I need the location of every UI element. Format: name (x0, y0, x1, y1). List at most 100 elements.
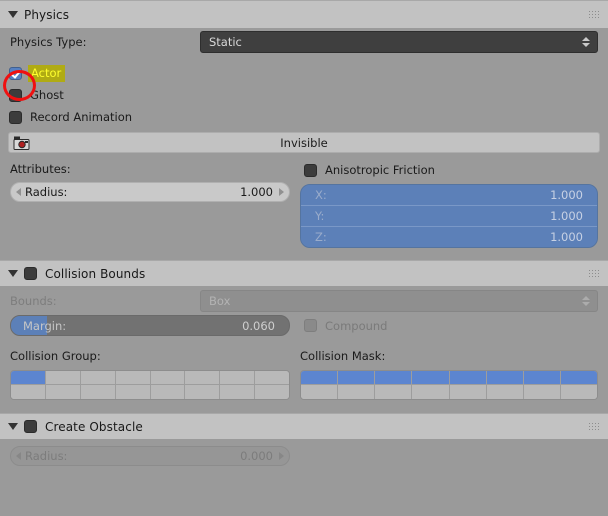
collision-bounds-checkbox[interactable] (24, 267, 37, 280)
collision-mask-row-1 (301, 385, 597, 399)
collision-group-cell[interactable] (45, 371, 81, 385)
radius-label: Radius: (25, 185, 68, 199)
create-obstacle-title: Create Obstacle (45, 419, 143, 434)
increment-arrow-icon[interactable] (279, 188, 284, 196)
bounds-row: Bounds: Box (0, 286, 608, 315)
create-obstacle-checkbox[interactable] (24, 420, 37, 433)
collision-group-grid[interactable] (10, 370, 290, 400)
obstacle-radius-field[interactable]: Radius: 0.000 (10, 446, 290, 466)
collision-group-cell[interactable] (11, 371, 46, 385)
collision-group-cell[interactable] (255, 385, 289, 399)
attributes-section: Attributes: Radius: 1.000 Anisotropic Fr… (0, 162, 608, 248)
collision-mask-cell[interactable] (412, 371, 450, 385)
actor-checkbox-row[interactable]: Actor (0, 62, 608, 84)
collision-group-cell[interactable] (185, 371, 221, 385)
collision-group-cell[interactable] (80, 385, 116, 399)
increment-arrow-icon[interactable] (279, 452, 284, 460)
physics-type-value: Static (209, 35, 242, 49)
collision-bounds-header[interactable]: Collision Bounds (0, 260, 608, 286)
invisible-button-label: Invisible (280, 135, 328, 150)
decrement-arrow-icon[interactable] (16, 188, 21, 196)
grip-dots-icon[interactable] (589, 422, 600, 431)
anisotropic-friction-row[interactable]: Anisotropic Friction (300, 162, 598, 178)
page-title: Physics (24, 7, 70, 22)
collision-group-cell[interactable] (255, 371, 289, 385)
friction-z-label: Z: (315, 230, 327, 244)
collision-group-cell[interactable] (80, 371, 116, 385)
friction-z-field[interactable]: Z: 1.000 (301, 227, 597, 247)
collision-mask-cell[interactable] (301, 371, 339, 385)
collision-group-cell[interactable] (150, 371, 186, 385)
grip-dots-icon[interactable] (589, 269, 600, 278)
collision-mask-cell[interactable] (486, 371, 524, 385)
collision-group-cell[interactable] (45, 385, 81, 399)
margin-slider[interactable]: Margin: 0.060 (10, 315, 290, 336)
record-animation-checkbox[interactable] (9, 110, 22, 124)
collision-mask-grid[interactable] (300, 370, 598, 400)
ghost-checkbox[interactable] (9, 88, 22, 102)
collision-group-cell[interactable] (150, 385, 186, 399)
grip-dots-icon[interactable] (589, 10, 600, 19)
anisotropic-friction-vector: X: 1.000 Y: 1.000 Z: 1.000 (300, 184, 598, 248)
compound-checkbox[interactable] (304, 319, 317, 332)
collapse-triangle-icon[interactable] (8, 11, 18, 18)
collision-group-cell[interactable] (115, 385, 151, 399)
record-animation-label: Record Animation (30, 110, 133, 124)
actor-checkbox[interactable] (9, 66, 22, 80)
collision-group-cell[interactable] (115, 371, 151, 385)
friction-y-label: Y: (315, 209, 325, 223)
record-animation-checkbox-row[interactable]: Record Animation (0, 106, 608, 128)
chevron-updown-icon (582, 37, 590, 47)
collision-mask-cell[interactable] (523, 371, 561, 385)
decrement-arrow-icon[interactable] (16, 452, 21, 460)
collision-mask-cell[interactable] (412, 385, 450, 399)
chevron-updown-icon (582, 295, 590, 306)
bounds-dropdown[interactable]: Box (200, 289, 598, 312)
friction-x-value: 1.000 (550, 188, 583, 202)
invisible-button[interactable]: Invisible (8, 132, 600, 153)
physics-panel-header[interactable]: Physics (0, 0, 608, 28)
radius-field[interactable]: Radius: 1.000 (10, 182, 290, 202)
collision-mask-cell[interactable] (560, 371, 597, 385)
collision-mask-column: Collision Mask: (300, 349, 608, 400)
margin-row: Margin: 0.060 Compound (0, 315, 608, 336)
collision-mask-cell[interactable] (301, 385, 339, 399)
collision-group-row-1 (11, 385, 289, 399)
collision-group-cell[interactable] (220, 371, 256, 385)
create-obstacle-header[interactable]: Create Obstacle (0, 413, 608, 439)
anisotropic-friction-checkbox[interactable] (304, 163, 317, 177)
collapse-triangle-icon[interactable] (8, 423, 18, 430)
collision-mask-cell[interactable] (523, 385, 561, 399)
compound-row[interactable]: Compound (300, 315, 387, 336)
collision-mask-cell[interactable] (449, 385, 487, 399)
radius-value: 1.000 (240, 185, 273, 199)
friction-x-field[interactable]: X: 1.000 (301, 185, 597, 206)
camera-icon (13, 136, 30, 150)
ghost-checkbox-row[interactable]: Ghost (0, 84, 608, 106)
collision-groups-section: Collision Group: Collision Mask: (0, 349, 608, 400)
collision-mask-label: Collision Mask: (300, 349, 386, 363)
attributes-column: Attributes: Radius: 1.000 (0, 162, 300, 248)
bounds-label: Bounds: (10, 293, 57, 308)
friction-y-field[interactable]: Y: 1.000 (301, 206, 597, 227)
collision-mask-cell[interactable] (375, 385, 413, 399)
collapse-triangle-icon[interactable] (8, 270, 18, 277)
physics-type-dropdown[interactable]: Static (200, 31, 598, 53)
collision-group-label: Collision Group: (10, 349, 101, 363)
collision-mask-cell[interactable] (338, 385, 376, 399)
collision-mask-cell[interactable] (375, 371, 413, 385)
collision-mask-cell[interactable] (560, 385, 597, 399)
create-obstacle-body: Radius: 0.000 (0, 439, 608, 516)
obstacle-radius-label: Radius: (25, 449, 68, 463)
collision-group-column: Collision Group: (0, 349, 300, 400)
friction-z-value: 1.000 (550, 230, 583, 244)
obstacle-radius-value: 0.000 (240, 449, 273, 463)
collision-mask-cell[interactable] (486, 385, 524, 399)
collision-mask-cell[interactable] (338, 371, 376, 385)
bounds-value: Box (209, 293, 231, 308)
collision-group-cell[interactable] (11, 385, 46, 399)
anisotropic-friction-column: Anisotropic Friction X: 1.000 Y: 1.000 Z… (300, 162, 608, 248)
collision-mask-cell[interactable] (449, 371, 487, 385)
collision-group-cell[interactable] (185, 385, 221, 399)
collision-group-cell[interactable] (220, 385, 256, 399)
